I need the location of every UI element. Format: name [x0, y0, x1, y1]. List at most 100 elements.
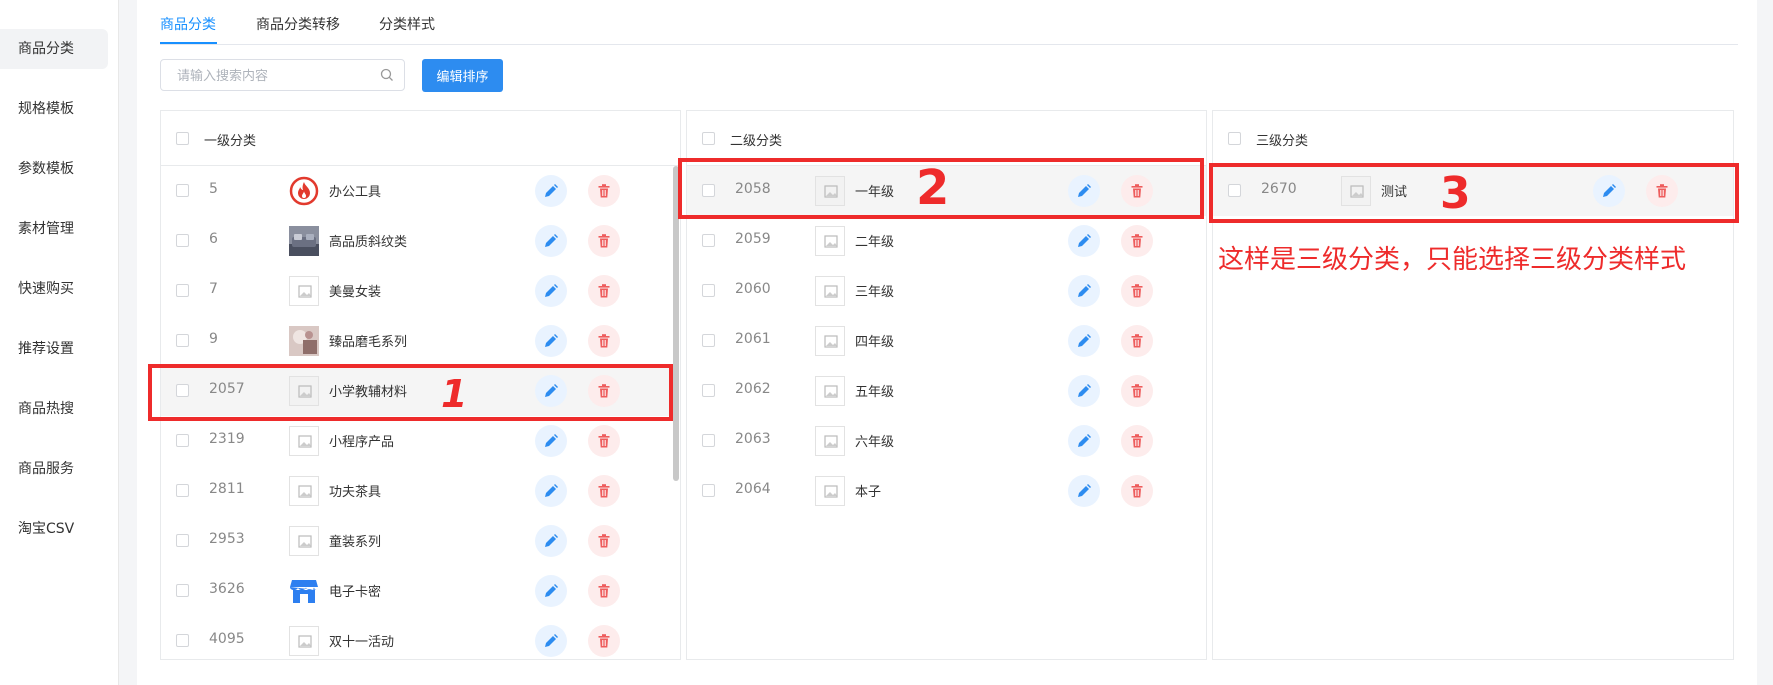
tab-category-style[interactable]: 分类样式: [379, 14, 435, 34]
category-row[interactable]: 2063 六年级: [687, 416, 1206, 466]
trash-icon: [598, 584, 610, 598]
row-checkbox[interactable]: [702, 484, 715, 497]
row-checkbox[interactable]: [702, 234, 715, 247]
delete-button[interactable]: [588, 325, 620, 357]
sidebar-item-recommend[interactable]: 推荐设置: [0, 329, 108, 369]
category-name: 五年级: [855, 385, 895, 400]
category-row[interactable]: 5 办公工具: [161, 166, 671, 216]
image-placeholder-icon: [289, 476, 319, 506]
category-row[interactable]: 2060 三年级: [687, 266, 1206, 316]
delete-button[interactable]: [588, 575, 620, 607]
search-input[interactable]: [175, 66, 374, 86]
category-id: 7: [209, 281, 218, 297]
category-id: 2063: [735, 431, 771, 447]
delete-button[interactable]: [1121, 375, 1153, 407]
delete-button[interactable]: [588, 525, 620, 557]
search-icon[interactable]: [380, 68, 394, 86]
sidebar-item-label: 商品热搜: [18, 401, 74, 417]
delete-button[interactable]: [588, 175, 620, 207]
category-row[interactable]: 2064 本子: [687, 466, 1206, 516]
sidebar-item-quick-buy[interactable]: 快速购买: [0, 269, 108, 309]
edit-button[interactable]: [1068, 475, 1100, 507]
edit-sort-button[interactable]: 编辑排序: [422, 59, 503, 92]
delete-button[interactable]: [1121, 275, 1153, 307]
select-all-checkbox[interactable]: [176, 132, 189, 145]
category-row[interactable]: 9 臻品磨毛系列: [161, 316, 671, 366]
category-row[interactable]: 2061 四年级: [687, 316, 1206, 366]
category-row[interactable]: 2062 五年级: [687, 366, 1206, 416]
row-checkbox[interactable]: [176, 484, 189, 497]
delete-button[interactable]: [1121, 225, 1153, 257]
edit-button[interactable]: [1068, 425, 1100, 457]
edit-button[interactable]: [535, 625, 567, 657]
annotation-number-1: 1: [441, 372, 468, 416]
sidebar-item-service[interactable]: 商品服务: [0, 449, 108, 489]
sidebar-item-label: 参数模板: [18, 161, 74, 177]
delete-button[interactable]: [588, 225, 620, 257]
delete-button[interactable]: [1121, 325, 1153, 357]
delete-button[interactable]: [588, 425, 620, 457]
edit-button[interactable]: [1068, 375, 1100, 407]
edit-button[interactable]: [535, 275, 567, 307]
sidebar-item-param-template[interactable]: 参数模板: [0, 149, 108, 189]
sidebar-item-category[interactable]: 商品分类: [0, 29, 108, 69]
sidebar-item-material[interactable]: 素材管理: [0, 209, 108, 249]
row-checkbox[interactable]: [702, 384, 715, 397]
edit-button[interactable]: [535, 425, 567, 457]
edit-button[interactable]: [1068, 275, 1100, 307]
panel-title: 二级分类: [730, 134, 783, 149]
category-name: 臻品磨毛系列: [329, 335, 408, 350]
category-row[interactable]: 3626 电子卡密: [161, 566, 671, 616]
row-checkbox[interactable]: [176, 334, 189, 347]
sidebar-item-hot-search[interactable]: 商品热搜: [0, 389, 108, 429]
sidebar-item-spec-template[interactable]: 规格模板: [0, 89, 108, 129]
row-checkbox[interactable]: [702, 334, 715, 347]
edit-button[interactable]: [535, 225, 567, 257]
row-checkbox[interactable]: [176, 234, 189, 247]
store-icon: [289, 576, 319, 606]
tab-category[interactable]: 商品分类: [160, 14, 216, 34]
edit-button[interactable]: [535, 175, 567, 207]
select-all-checkbox[interactable]: [702, 132, 715, 145]
row-checkbox[interactable]: [702, 284, 715, 297]
edit-button[interactable]: [1068, 325, 1100, 357]
category-row[interactable]: 2319 小程序产品: [161, 416, 671, 466]
delete-button[interactable]: [588, 475, 620, 507]
row-checkbox[interactable]: [176, 584, 189, 597]
pencil-icon: [1078, 234, 1091, 247]
category-row[interactable]: 7 美曼女装: [161, 266, 671, 316]
category-name: 六年级: [855, 435, 895, 450]
row-checkbox[interactable]: [176, 184, 189, 197]
trash-icon: [598, 284, 610, 298]
row-checkbox[interactable]: [176, 434, 189, 447]
edit-button[interactable]: [535, 475, 567, 507]
sidebar-item-taobao-csv[interactable]: 淘宝CSV: [0, 509, 108, 549]
category-row[interactable]: 4095 双十一活动: [161, 616, 671, 666]
category-row[interactable]: 2953 童装系列: [161, 516, 671, 566]
edit-button[interactable]: [1068, 225, 1100, 257]
delete-button[interactable]: [1121, 425, 1153, 457]
row-checkbox[interactable]: [176, 284, 189, 297]
row-checkbox[interactable]: [176, 534, 189, 547]
category-row[interactable]: 2059 二年级: [687, 216, 1206, 266]
image-placeholder-icon: [289, 426, 319, 456]
select-all-checkbox[interactable]: [1228, 132, 1241, 145]
row-checkbox[interactable]: [176, 634, 189, 647]
edit-button[interactable]: [535, 325, 567, 357]
tab-category-transfer[interactable]: 商品分类转移: [256, 14, 340, 34]
category-id: 2064: [735, 481, 771, 497]
edit-button[interactable]: [535, 575, 567, 607]
edit-button[interactable]: [535, 525, 567, 557]
category-id: 2062: [735, 381, 771, 397]
delete-button[interactable]: [588, 625, 620, 657]
pencil-icon: [545, 584, 558, 597]
trash-icon: [598, 634, 610, 648]
row-checkbox[interactable]: [702, 434, 715, 447]
image-placeholder-icon: [289, 626, 319, 656]
delete-button[interactable]: [1121, 475, 1153, 507]
category-row[interactable]: 2811 功夫茶具: [161, 466, 671, 516]
category-row[interactable]: 6 高品质斜纹类: [161, 216, 671, 266]
delete-button[interactable]: [588, 275, 620, 307]
sidebar: 商品分类 规格模板 参数模板 素材管理 快速购买 推荐设置 商品热搜 商品服务 …: [0, 0, 119, 685]
image-placeholder-icon: [815, 426, 845, 456]
